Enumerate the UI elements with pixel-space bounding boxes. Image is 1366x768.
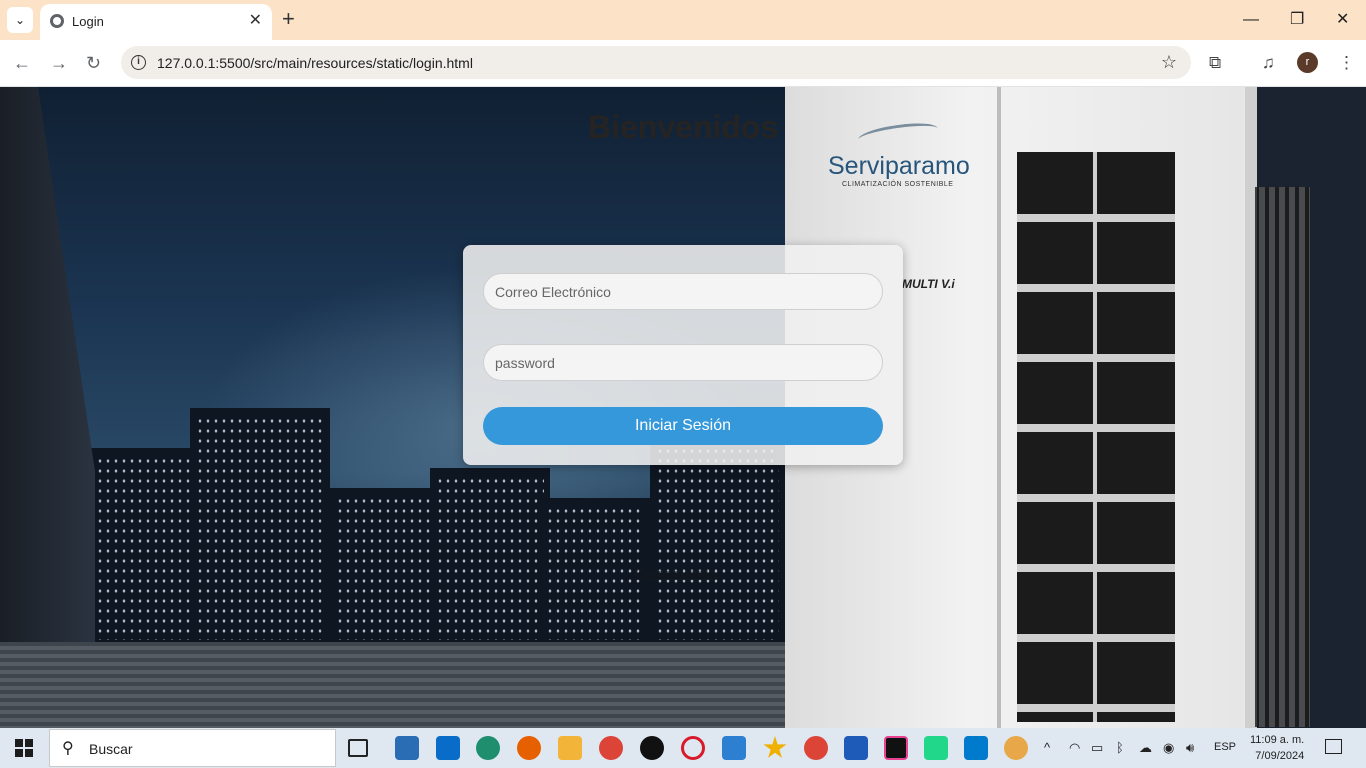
background-building (330, 488, 440, 648)
volume-icon[interactable]: 🔊︎ (1186, 740, 1194, 756)
star-app-icon[interactable] (763, 736, 787, 758)
onedrive-icon[interactable]: ☁ (1139, 740, 1152, 756)
taskbar: ⚲ Buscar ^ ◠ ▭ ᛒ ☁ ◉ 🔊︎ ESP 11:09 a. m. … (0, 728, 1366, 768)
address-bar[interactable]: i 127.0.0.1:5500/src/main/resources/stat… (121, 46, 1191, 79)
meet-now-icon[interactable]: ◉ (1163, 740, 1174, 756)
model-label: MULTI V.i (902, 277, 955, 291)
background-rooftop (0, 642, 800, 728)
network-icon[interactable]: ◠ (1069, 740, 1080, 756)
opera-icon[interactable] (681, 736, 705, 760)
reload-icon[interactable]: ↻ (86, 52, 101, 74)
windows-start-icon[interactable] (15, 739, 33, 757)
chrome-profile-icon[interactable] (804, 736, 828, 760)
email-field[interactable] (483, 273, 883, 310)
menu-kebab-icon[interactable]: ⋮ (1338, 52, 1355, 74)
tray-chevron-icon[interactable]: ^ (1044, 740, 1050, 755)
login-button[interactable]: Iniciar Sesión (483, 407, 883, 445)
clock-date: 7/09/2024 (1255, 750, 1305, 762)
background-building (190, 408, 330, 648)
language-indicator[interactable]: ESP (1214, 741, 1236, 753)
taskbar-search-label: Buscar (89, 741, 133, 757)
tab-title: Login (72, 14, 104, 29)
brand-tagline: CLIMATIZACIÓN SOSTENIBLE (842, 181, 954, 188)
outlook-icon[interactable] (395, 736, 419, 760)
login-form: Iniciar Sesión (463, 245, 903, 465)
vscode-icon[interactable] (964, 736, 988, 760)
page-viewport: Serviparamo CLIMATIZACIÓN SOSTENIBLE MUL… (0, 87, 1366, 728)
site-info-icon[interactable]: i (131, 55, 146, 70)
file-explorer-icon[interactable] (558, 736, 582, 760)
battery-icon[interactable]: ▭ (1091, 740, 1103, 756)
browser-toolbar: ← → ↻ i 127.0.0.1:5500/src/main/resource… (0, 40, 1366, 87)
paint-icon[interactable] (1004, 736, 1028, 760)
tab-search-chevron-icon[interactable]: ⌄ (7, 7, 33, 33)
close-tab-icon[interactable]: ✕ (249, 11, 262, 31)
forward-arrow-icon[interactable]: → (50, 52, 68, 74)
brand-logo-text: Serviparamo (828, 152, 970, 180)
tiktok-icon[interactable] (640, 736, 664, 760)
task-view-icon[interactable] (348, 739, 368, 757)
intellij-icon[interactable] (884, 736, 908, 760)
browser-tab[interactable]: Login ✕ (40, 4, 272, 40)
firefox-icon[interactable] (517, 736, 541, 760)
password-field[interactable] (483, 344, 883, 381)
page-title: Bienvenidos (588, 109, 779, 145)
bookmark-star-icon[interactable]: ☆ (1161, 52, 1177, 73)
hvac-side-grill (1255, 187, 1310, 727)
extensions-puzzle-icon[interactable]: ⧉ (1209, 52, 1221, 74)
edge-icon[interactable] (476, 736, 500, 760)
taskbar-search[interactable]: ⚲ Buscar (49, 729, 336, 767)
window-close-icon[interactable]: ✕ (1336, 10, 1349, 30)
pycharm-icon[interactable] (924, 736, 948, 760)
search-icon: ⚲ (62, 740, 74, 757)
background-building (430, 468, 550, 648)
background-wall (0, 87, 95, 728)
clock-time: 11:09 a. m. (1250, 734, 1305, 746)
restore-icon[interactable]: ❐ (1290, 10, 1304, 30)
bluetooth-icon[interactable]: ᛒ (1116, 740, 1124, 755)
mail-icon[interactable] (436, 736, 460, 760)
create-account-link[interactable]: Crear cuenta (635, 565, 716, 581)
chrome-icon[interactable] (599, 736, 623, 760)
word-icon[interactable] (844, 736, 868, 760)
globe-icon (50, 14, 64, 28)
hvac-grill (1017, 152, 1175, 722)
back-arrow-icon[interactable]: ← (13, 52, 31, 74)
photos-icon[interactable] (722, 736, 746, 760)
notification-center-icon[interactable] (1325, 739, 1342, 754)
profile-avatar[interactable]: r (1297, 52, 1318, 73)
browser-tabstrip: ⌄ Login ✕ + — ❐ ✕ (0, 0, 1366, 40)
new-tab-plus-icon[interactable]: + (282, 8, 295, 30)
minimize-icon[interactable]: — (1243, 10, 1259, 30)
url-text[interactable]: 127.0.0.1:5500/src/main/resources/static… (157, 55, 473, 71)
taskbar-clock[interactable]: 11:09 a. m. 7/09/2024 (1250, 732, 1304, 764)
media-control-icon[interactable]: ♫ (1262, 52, 1275, 74)
background-building (540, 498, 650, 648)
